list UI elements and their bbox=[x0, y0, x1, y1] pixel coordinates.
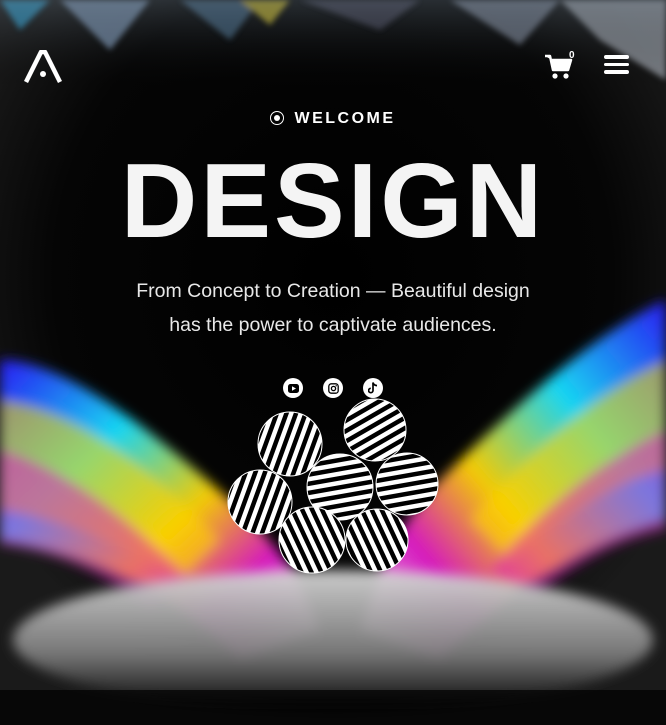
striped-spheres-graphic bbox=[227, 398, 439, 574]
radio-dot-icon bbox=[270, 111, 285, 125]
welcome-eyebrow: WELCOME bbox=[0, 110, 666, 128]
hero-section: 0 WELCOME DESIGN From Concept to Creatio… bbox=[0, 0, 666, 725]
subtitle-line-1: From Concept to Creation — Beautiful des… bbox=[136, 280, 530, 302]
eyebrow-text: WELCOME bbox=[294, 110, 396, 127]
hero-subtitle: From Concept to Creation — Beautiful des… bbox=[90, 274, 576, 342]
a-letter-logo-icon[interactable] bbox=[24, 50, 62, 84]
hero-title: DESIGN bbox=[120, 142, 546, 260]
cart-count-badge: 0 bbox=[569, 50, 575, 61]
subtitle-line-2: has the power to captivate audiences. bbox=[169, 314, 497, 336]
hamburger-menu-icon[interactable] bbox=[604, 55, 629, 75]
